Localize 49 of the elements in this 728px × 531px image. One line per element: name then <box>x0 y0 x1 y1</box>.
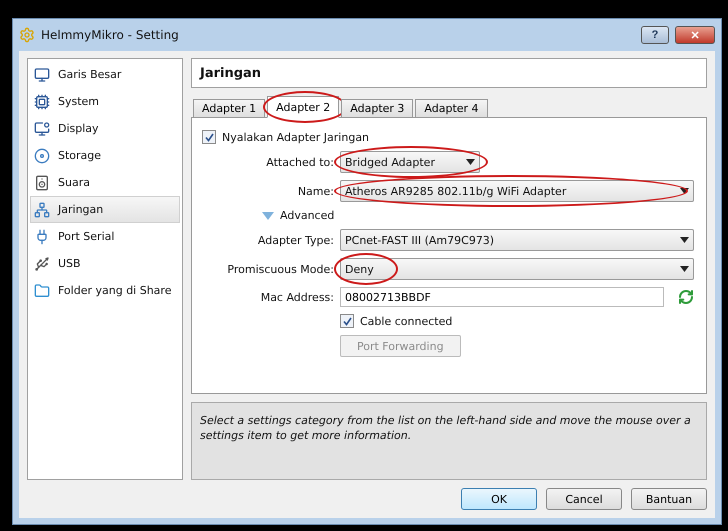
page-title: Jaringan <box>191 58 707 88</box>
sidebar-item[interactable]: System <box>30 88 180 115</box>
dialog-button[interactable]: Cancel <box>546 488 622 510</box>
checkbox-label: Cable connected <box>360 314 452 328</box>
chip-icon <box>34 94 50 110</box>
dropdown-caret-icon <box>680 188 689 194</box>
dropdown[interactable]: Bridged Adapter <box>340 151 480 173</box>
window-title: HelmmyMikro - Setting <box>41 28 180 42</box>
sidebar-item[interactable]: USB <box>30 250 180 277</box>
speaker-icon <box>34 174 50 190</box>
info-text: Select a settings category from the list on the left-hand side and move the mouse over a settings item to get more information. <box>191 402 707 480</box>
help-button[interactable]: ? <box>641 26 669 44</box>
section-toggle[interactable]: Advanced <box>280 209 334 222</box>
disc-icon <box>34 148 50 164</box>
usb-icon <box>34 256 50 272</box>
dropdown[interactable]: PCnet-FAST III (Am79C973) <box>340 229 694 251</box>
sidebar-item[interactable]: Port Serial <box>30 223 180 250</box>
network-icon <box>34 202 50 218</box>
checkbox-label: Nyalakan Adapter Jaringan <box>222 130 370 144</box>
field-label: Attached to: <box>265 156 334 168</box>
sidebar-item[interactable]: Suara <box>30 169 180 196</box>
refresh-icon[interactable] <box>678 289 694 305</box>
gear-icon <box>19 27 35 43</box>
checkbox[interactable] <box>340 314 354 328</box>
dropdown-caret-icon <box>680 266 689 272</box>
field-label: Promiscuous Mode: <box>226 262 334 276</box>
field-label: Name: <box>296 184 334 198</box>
dropdown-caret-icon <box>466 159 475 165</box>
field-label: Adapter Type: <box>256 234 334 246</box>
tab[interactable]: Adapter 2 <box>267 96 340 118</box>
dropdown[interactable]: Atheros AR9285 802.11b/g WiFi Adapter <box>340 180 694 202</box>
monitor-icon <box>34 66 50 82</box>
tab[interactable]: Adapter 4 <box>415 99 488 118</box>
display-icon <box>34 120 50 136</box>
sidebar-item[interactable]: Jaringan <box>30 196 180 223</box>
sidebar-item[interactable]: Display <box>30 115 180 142</box>
input-field[interactable]: 08002713BBDF <box>340 287 664 307</box>
dialog-button[interactable]: Bantuan <box>631 488 707 510</box>
dropdown[interactable]: Deny <box>340 258 694 280</box>
sidebar-item[interactable]: Storage <box>30 142 180 169</box>
tab[interactable]: Adapter 1 <box>193 99 266 118</box>
sidebar-item[interactable]: Garis Besar <box>30 61 180 88</box>
sidebar-item[interactable]: Folder yang di Share <box>30 277 180 304</box>
dropdown-caret-icon <box>680 237 689 243</box>
folder-icon <box>34 282 50 298</box>
tab[interactable]: Adapter 3 <box>341 99 414 118</box>
dialog-button[interactable]: OK <box>461 488 537 510</box>
field-label: Mac Address: <box>260 290 334 304</box>
checkbox[interactable] <box>202 130 216 144</box>
